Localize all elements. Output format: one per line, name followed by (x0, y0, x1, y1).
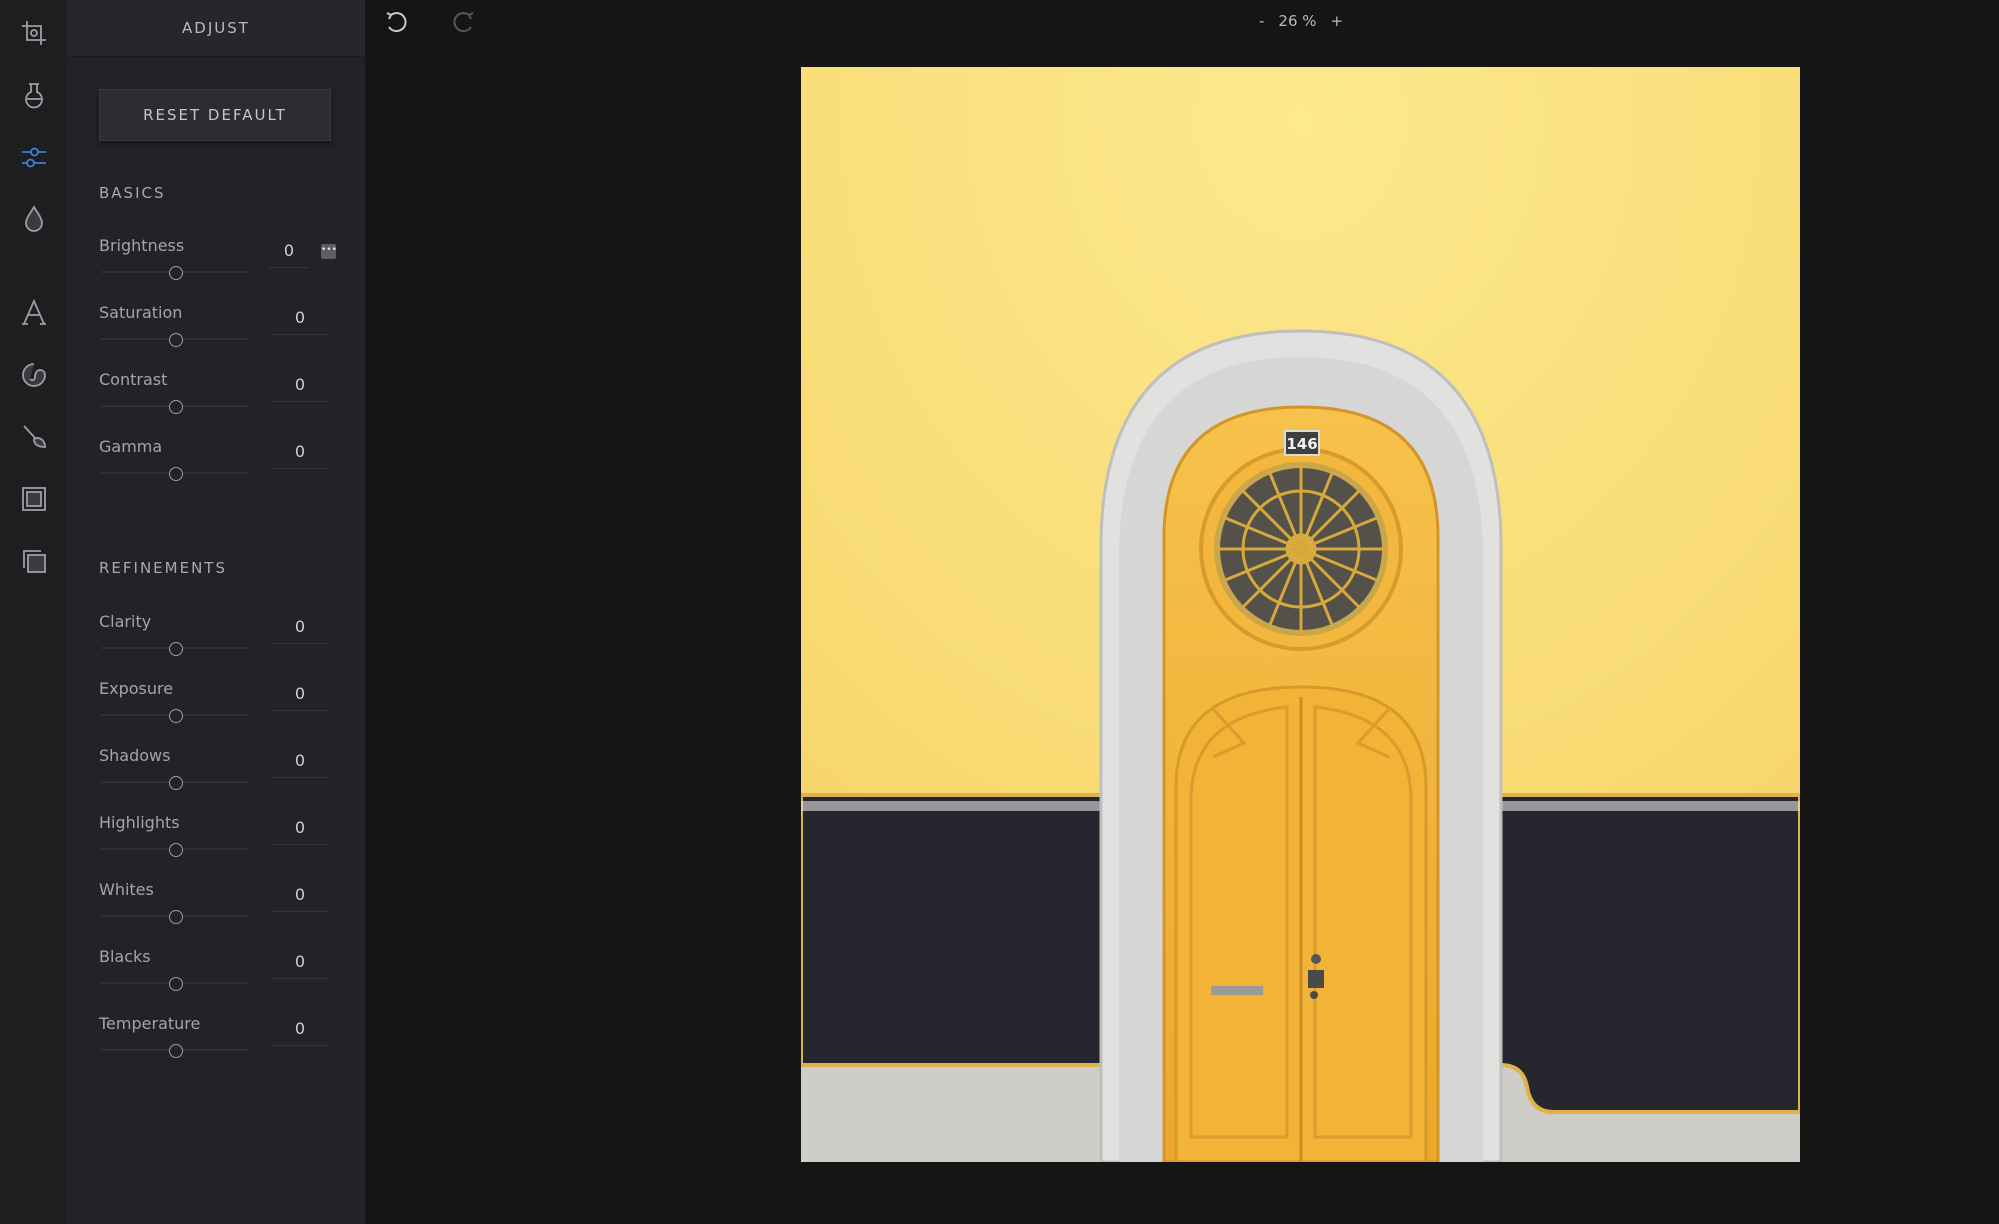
ellipsis-icon[interactable]: ••• (321, 244, 337, 259)
adjustment-highlights: Highlights (99, 813, 335, 875)
dark-panel-left (801, 793, 1115, 1067)
door-lock (1308, 970, 1324, 988)
adjustment-gamma: Gamma (99, 437, 335, 499)
crop-icon (21, 21, 46, 45)
house-number: 146 (1286, 435, 1317, 453)
slider-thumb[interactable] (169, 776, 183, 790)
door-photo: 146 (801, 67, 1800, 1162)
value-input[interactable] (271, 372, 329, 402)
basics-heading: BASICS (99, 184, 166, 202)
sticker-icon (21, 363, 46, 387)
adjustment-saturation: Saturation (99, 303, 335, 365)
filter-tool-button[interactable] (0, 67, 67, 123)
value-input[interactable] (271, 614, 329, 644)
panel-title: ADJUST (67, 0, 365, 57)
adjustment-label: Saturation (99, 303, 183, 322)
crop-tool-button[interactable] (0, 5, 67, 61)
slider-thumb[interactable] (169, 642, 183, 656)
value-input[interactable] (271, 305, 329, 335)
adjustment-brightness: Brightness ••• (99, 236, 337, 298)
reset-default-button[interactable]: RESET DEFAULT (99, 89, 331, 141)
adjustment-exposure: Exposure (99, 679, 335, 741)
redo-button[interactable] (446, 6, 480, 40)
adjust-tool-button[interactable] (0, 129, 67, 185)
canvas-photo[interactable]: 146 (801, 67, 1800, 1162)
sticker-tool-button[interactable] (0, 347, 67, 403)
frame-icon (21, 487, 46, 511)
slider-thumb[interactable] (169, 333, 183, 347)
value-input[interactable] (269, 238, 309, 268)
adjustment-label: Blacks (99, 947, 151, 966)
zoom-control: - 26 % + (1255, 12, 1347, 30)
adjustment-temperature: Temperature (99, 1014, 335, 1076)
frame-tool-button[interactable] (0, 471, 67, 527)
slider-thumb[interactable] (169, 843, 183, 857)
dark-panel-right (1487, 793, 1800, 1114)
undo-icon (386, 12, 407, 33)
slider-thumb[interactable] (169, 266, 183, 280)
tool-rail (0, 0, 67, 1224)
adjustment-label: Brightness (99, 236, 185, 255)
text-icon (21, 298, 46, 325)
slider-thumb[interactable] (169, 400, 183, 414)
adjust-sliders-icon (21, 147, 46, 168)
adjustment-blacks: Blacks (99, 947, 335, 1009)
overlay-icon (22, 550, 46, 573)
adjustment-clarity: Clarity (99, 612, 335, 674)
adjustment-label: Shadows (99, 746, 171, 765)
slider-thumb[interactable] (169, 977, 183, 991)
value-input[interactable] (271, 815, 329, 845)
value-input[interactable] (271, 1016, 329, 1046)
adjustment-contrast: Contrast (99, 370, 335, 432)
zoom-level: 26 % (1278, 12, 1317, 30)
value-input[interactable] (271, 439, 329, 469)
adjust-panel: ADJUST RESET DEFAULT BASICS Brightness •… (67, 0, 365, 1224)
adjustment-label: Highlights (99, 813, 180, 832)
slider-thumb[interactable] (169, 910, 183, 924)
adjustment-label: Exposure (99, 679, 174, 698)
adjustment-label: Clarity (99, 612, 152, 631)
filter-icon (24, 83, 43, 109)
top-toolbar: - 26 % + (365, 0, 1999, 50)
value-input[interactable] (271, 748, 329, 778)
adjustment-whites: Whites (99, 880, 335, 942)
value-input[interactable] (271, 681, 329, 711)
adjustment-shadows: Shadows (99, 746, 335, 808)
redo-icon (453, 12, 474, 33)
adjustment-label: Whites (99, 880, 154, 899)
overlay-tool-button[interactable] (0, 533, 67, 589)
refinements-heading: REFINEMENTS (99, 559, 227, 577)
brush-tool-button[interactable] (0, 409, 67, 465)
adjustment-label: Contrast (99, 370, 168, 389)
undo-button[interactable] (380, 6, 414, 40)
slider-thumb[interactable] (169, 467, 183, 481)
mail-slot (1211, 986, 1263, 995)
value-input[interactable] (271, 949, 329, 979)
zoom-out-button[interactable]: - (1255, 12, 1268, 30)
text-tool-button[interactable] (0, 285, 67, 341)
color-drop-icon (24, 205, 43, 232)
adjustment-label: Temperature (99, 1014, 201, 1033)
adjustment-label: Gamma (99, 437, 163, 456)
zoom-in-button[interactable]: + (1327, 12, 1348, 30)
color-tool-button[interactable] (0, 191, 67, 247)
slider-thumb[interactable] (169, 1044, 183, 1058)
value-input[interactable] (271, 882, 329, 912)
brush-icon (22, 425, 46, 448)
slider-thumb[interactable] (169, 709, 183, 723)
